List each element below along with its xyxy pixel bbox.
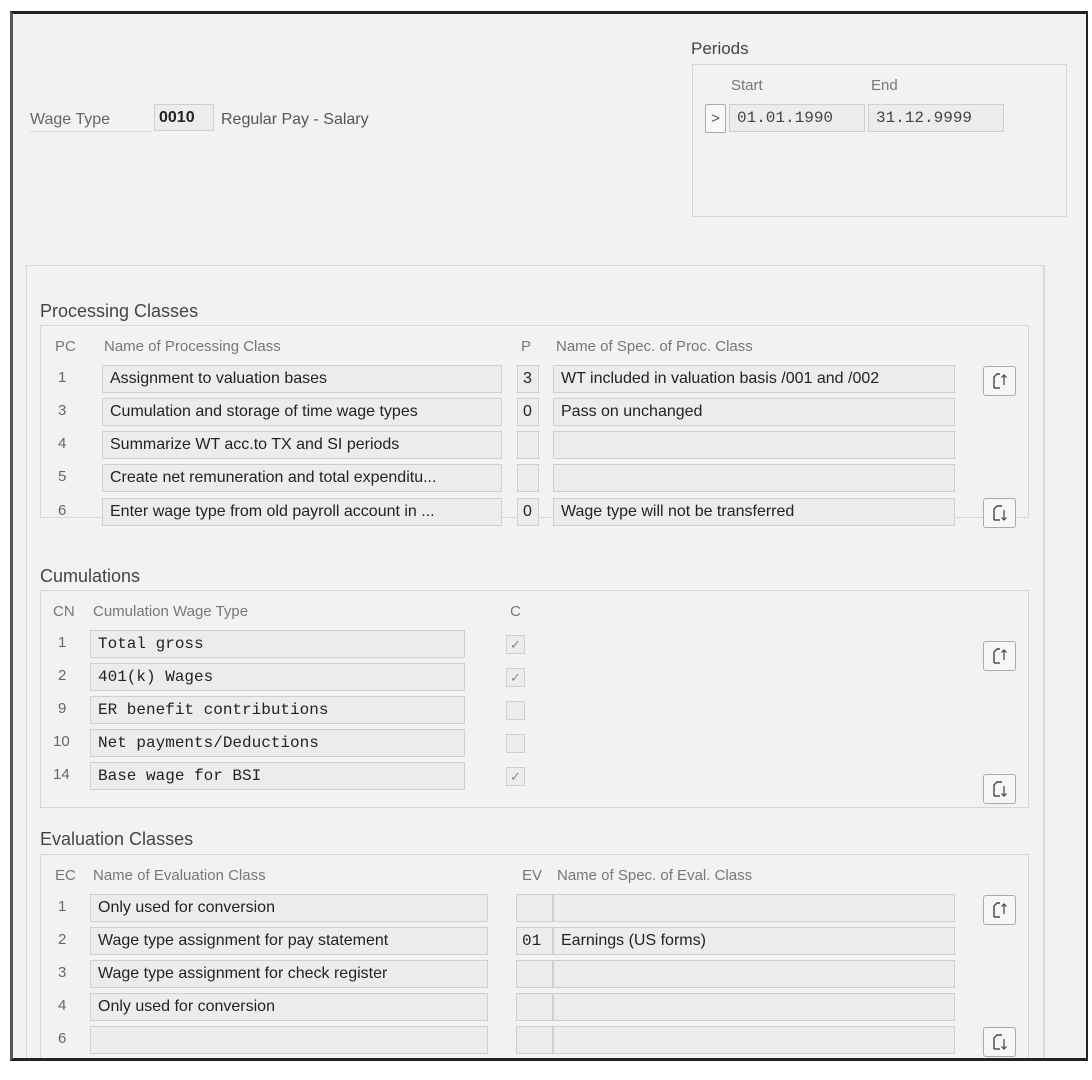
ev-field[interactable] [516, 993, 553, 1021]
scroll-down-button[interactable] [983, 498, 1016, 528]
period-start-field[interactable]: 01.01.1990 [729, 104, 865, 132]
p-field[interactable] [517, 431, 539, 459]
evaluation-class-name-field[interactable]: Wage type assignment for pay statement [90, 927, 488, 955]
cumulations-panel: CN Cumulation Wage Type C 1 Total gross … [40, 590, 1029, 808]
p-field[interactable] [517, 464, 539, 492]
spec-eval-class-field[interactable]: Earnings (US forms) [553, 927, 955, 955]
processing-class-name-field[interactable]: Summarize WT acc.to TX and SI periods [102, 431, 502, 459]
spec-proc-class-field[interactable] [553, 431, 955, 459]
pc-number: 3 [58, 402, 67, 419]
ev-field[interactable] [516, 894, 553, 922]
pc-number: 4 [58, 435, 67, 452]
page-down-icon [992, 1034, 1007, 1050]
col-header-pc: PC [55, 338, 76, 355]
pc-number: 5 [58, 468, 67, 485]
cn-number: 2 [58, 667, 67, 684]
p-field[interactable]: 3 [517, 365, 539, 393]
cumulation-wage-type-field[interactable]: ER benefit contributions [90, 696, 465, 724]
evaluation-class-name-field[interactable]: Only used for conversion [90, 894, 488, 922]
periods-panel: Start End > 01.01.1990 31.12.9999 [692, 64, 1067, 217]
col-header-cn: CN [53, 603, 75, 620]
col-header-spec-proc-class: Name of Spec. of Proc. Class [556, 338, 753, 355]
cn-number: 9 [58, 700, 67, 717]
check-icon: ✓ [510, 769, 521, 784]
page-down-icon [992, 781, 1007, 797]
col-header-p: P [521, 338, 532, 355]
col-header-cumulation-wage-type: Cumulation Wage Type [93, 603, 249, 620]
cumulation-checkbox[interactable]: ✓ [506, 635, 525, 654]
spec-proc-class-field[interactable]: WT included in valuation basis /001 and … [553, 365, 955, 393]
page-up-icon [992, 648, 1007, 664]
cumulation-wage-type-field[interactable]: 401(k) Wages [90, 663, 465, 691]
spec-eval-class-field[interactable] [553, 960, 955, 988]
col-header-processing-class-name: Name of Processing Class [104, 338, 281, 355]
spec-eval-class-field[interactable] [553, 993, 955, 1021]
cn-number: 1 [58, 634, 67, 651]
col-header-ec: EC [55, 867, 76, 884]
evaluation-classes-panel: EC Name of Evaluation Class EV Name of S… [40, 854, 1029, 1058]
spec-proc-class-field[interactable] [553, 464, 955, 492]
col-header-ev: EV [522, 867, 543, 884]
processing-classes-title: Processing Classes [40, 301, 199, 321]
spec-proc-class-field[interactable]: Wage type will not be transferred [553, 498, 955, 526]
wage-type-label: Wage Type [30, 109, 152, 132]
scroll-up-button[interactable] [983, 641, 1016, 671]
page-up-icon [992, 902, 1007, 918]
evaluation-class-name-field[interactable]: Only used for conversion [90, 993, 488, 1021]
periods-start-label: Start [731, 77, 763, 94]
right-divider [1044, 265, 1045, 1058]
cumulations-title: Cumulations [40, 566, 141, 586]
cumulation-checkbox[interactable]: ✓ [506, 767, 525, 786]
cumulation-checkbox[interactable] [506, 701, 525, 720]
p-field[interactable]: 0 [517, 498, 539, 526]
page-down-icon [992, 505, 1007, 521]
ec-number: 6 [58, 1030, 67, 1047]
evaluation-classes-title: Evaluation Classes [40, 829, 194, 849]
spec-eval-class-field[interactable] [553, 1026, 955, 1054]
ec-number: 3 [58, 964, 67, 981]
cumulation-checkbox[interactable] [506, 734, 525, 753]
check-icon: ✓ [510, 637, 521, 652]
ev-field[interactable]: 01 [516, 927, 553, 955]
processing-classes-panel: PC Name of Processing Class P Name of Sp… [40, 325, 1029, 528]
page-up-icon [992, 373, 1007, 389]
scroll-down-button[interactable] [983, 1027, 1016, 1057]
evaluation-class-name-field[interactable]: Wage type assignment for check register [90, 960, 488, 988]
ec-number: 1 [58, 898, 67, 915]
cumulation-checkbox[interactable]: ✓ [506, 668, 525, 687]
cumulation-wage-type-field[interactable]: Total gross [90, 630, 465, 658]
processing-class-name-field[interactable]: Enter wage type from old payroll account… [102, 498, 502, 526]
ec-number: 4 [58, 997, 67, 1014]
scroll-down-button[interactable] [983, 774, 1016, 804]
spec-eval-class-field[interactable] [553, 894, 955, 922]
ev-field[interactable] [516, 1026, 553, 1054]
col-header-c: C [510, 603, 521, 620]
scroll-up-button[interactable] [983, 895, 1016, 925]
periods-end-label: End [871, 77, 898, 94]
period-end-field[interactable]: 31.12.9999 [868, 104, 1004, 132]
wage-type-field[interactable]: 0010 [154, 104, 214, 131]
scroll-up-button[interactable] [983, 366, 1016, 396]
pc-number: 1 [58, 369, 67, 386]
check-icon: ✓ [510, 670, 521, 685]
ev-field[interactable] [516, 960, 553, 988]
pc-number: 6 [58, 502, 67, 519]
processing-class-name-field[interactable]: Assignment to valuation bases [102, 365, 502, 393]
spec-proc-class-field[interactable]: Pass on unchanged [553, 398, 955, 426]
cn-number: 10 [53, 733, 70, 750]
wage-type-description: Regular Pay - Salary [221, 111, 369, 128]
evaluation-class-name-field[interactable] [90, 1026, 488, 1054]
col-header-spec-eval-class: Name of Spec. of Eval. Class [557, 867, 753, 884]
p-field[interactable]: 0 [517, 398, 539, 426]
cn-number: 14 [53, 766, 70, 783]
wage-type-screen: Wage Type 0010 Regular Pay - Salary Peri… [10, 11, 1088, 1061]
col-header-evaluation-class-name: Name of Evaluation Class [93, 867, 266, 884]
period-select-button[interactable]: > [705, 104, 726, 133]
cumulation-wage-type-field[interactable]: Net payments/Deductions [90, 729, 465, 757]
periods-title: Periods [691, 39, 749, 58]
processing-class-name-field[interactable]: Cumulation and storage of time wage type… [102, 398, 502, 426]
cumulation-wage-type-field[interactable]: Base wage for BSI [90, 762, 465, 790]
ec-number: 2 [58, 931, 67, 948]
processing-class-name-field[interactable]: Create net remuneration and total expend… [102, 464, 502, 492]
